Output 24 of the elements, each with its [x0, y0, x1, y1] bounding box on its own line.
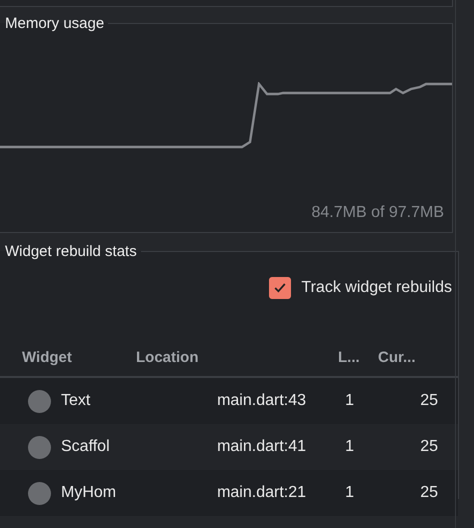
table-cell-text: main.dart:43: [216, 392, 307, 410]
table-cell: Text: [61, 392, 90, 410]
widget-dot-icon: [28, 482, 51, 504]
track-rebuilds-checkbox[interactable]: Track widget rebuilds: [269, 274, 452, 302]
panel-title: Memory usage: [4, 15, 106, 32]
memory-reading: 84.7MB of 97.7MB: [311, 204, 444, 222]
table-cell-text: 25: [419, 438, 439, 456]
table-cell-text: 25: [419, 484, 439, 502]
table-cell-text: main.dart:21: [216, 484, 307, 502]
panel-title: Widget rebuild stats: [4, 243, 138, 260]
table-cell-text: main.dart:41: [216, 438, 307, 456]
table-cell: Scaffol: [61, 438, 110, 456]
column-header[interactable]: Widget: [0, 348, 136, 366]
widget-dot-icon: [28, 390, 51, 412]
column-header[interactable]: Cur...: [372, 348, 458, 366]
column-header[interactable]: Location: [136, 348, 310, 366]
column-header[interactable]: L...: [310, 348, 372, 366]
table-cell-text: 1: [344, 392, 355, 410]
table-cell-text: 1: [344, 484, 355, 502]
table-cell-text: 25: [419, 392, 439, 410]
table-cell-text: 1: [344, 438, 355, 456]
checkbox[interactable]: [269, 277, 292, 299]
widget-dot-icon: [28, 436, 51, 458]
table-cell: MyHom: [61, 484, 116, 502]
